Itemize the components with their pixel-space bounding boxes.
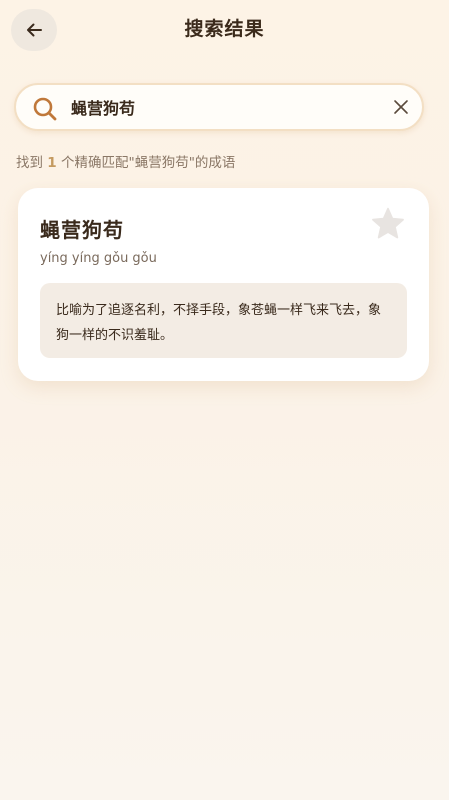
idiom-definition: 比喻为了追逐名利，不择手段，象苍蝇一样飞来飞去，象狗一样的不识羞耻。 xyxy=(40,283,407,358)
search-input[interactable] xyxy=(71,93,371,121)
idiom-title: 蝇营狗苟 xyxy=(40,218,124,242)
result-summary: 找到 1 个精确匹配"蝇营狗苟"的成语 xyxy=(16,151,235,171)
page-title: 搜索结果 xyxy=(184,18,265,40)
result-count: 1 xyxy=(47,155,57,171)
search-icon xyxy=(33,97,57,121)
summary-suffix: 个精确匹配"蝇营狗苟"的成语 xyxy=(56,155,236,171)
header: 搜索结果 xyxy=(0,0,449,62)
idiom-pinyin: yíng yíng gǒu gǒu xyxy=(40,251,157,266)
search-bar[interactable] xyxy=(14,83,424,131)
idiom-result-card[interactable]: 蝇营狗苟 yíng yíng gǒu gǒu 比喻为了追逐名利，不择手段，象苍蝇… xyxy=(18,188,429,381)
summary-prefix: 找到 xyxy=(16,155,48,171)
star-icon[interactable] xyxy=(370,206,406,242)
close-icon xyxy=(394,100,408,114)
clear-search-button[interactable] xyxy=(390,96,412,118)
